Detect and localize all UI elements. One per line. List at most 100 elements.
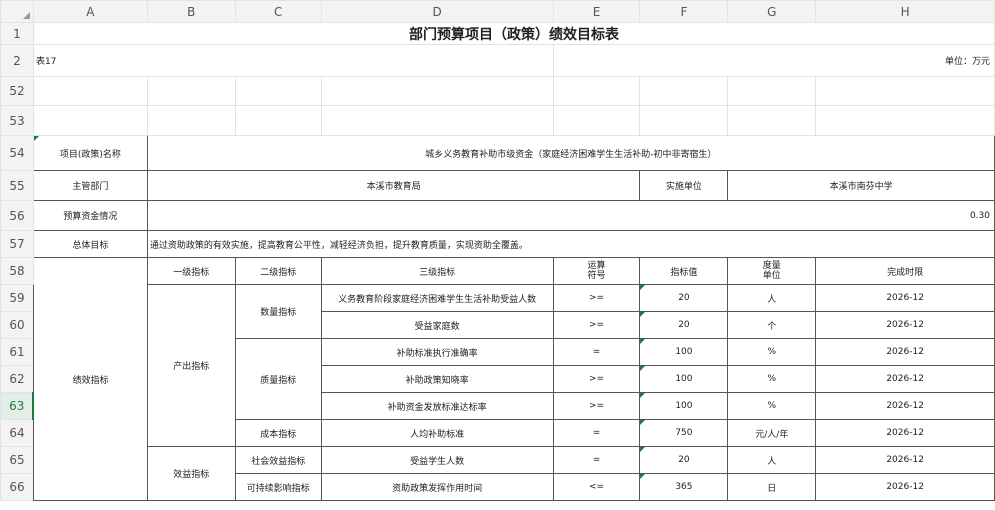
column-header-h[interactable]: H: [815, 0, 995, 23]
overall-goal-value[interactable]: 通过资助政策的有效实施，提高教育公平性，减轻经济负担，提升教育质量，实现资助全覆…: [146, 230, 995, 258]
indicator-value[interactable]: 100: [639, 338, 729, 366]
indicator-unit[interactable]: 元/人/年: [727, 419, 817, 447]
cell[interactable]: [32, 105, 148, 136]
indicator-name[interactable]: 义务教育阶段家庭经济困难学生生活补助受益人数: [320, 284, 554, 312]
column-header-e[interactable]: E: [552, 0, 641, 23]
cell[interactable]: [727, 76, 817, 106]
target-header[interactable]: 指标值: [639, 257, 729, 285]
row-header-63[interactable]: 63: [0, 392, 35, 420]
indicator-value[interactable]: 365: [639, 473, 729, 501]
sustainable-impact-label[interactable]: 可持续影响指标: [234, 473, 322, 501]
select-all-corner[interactable]: [0, 0, 34, 23]
social-benefit-label[interactable]: 社会效益指标: [234, 446, 322, 474]
indicator-unit[interactable]: 日: [727, 473, 817, 501]
indicator-operator[interactable]: =: [552, 338, 641, 366]
indicator-name[interactable]: 资助政策发挥作用时间: [320, 473, 554, 501]
indicator-value[interactable]: 750: [639, 419, 729, 447]
row-header-2[interactable]: 2: [0, 44, 34, 77]
operator-header[interactable]: 运算 符号: [552, 257, 641, 285]
indicator-operator[interactable]: >=: [552, 284, 641, 312]
project-name-label[interactable]: 项目(政策)名称: [32, 135, 148, 171]
row-header-1[interactable]: 1: [0, 22, 34, 45]
indicator-name[interactable]: 人均补助标准: [320, 419, 554, 447]
level3-header[interactable]: 三级指标: [320, 257, 554, 285]
row-header-54[interactable]: 54: [0, 135, 34, 171]
indicator-unit[interactable]: 人: [727, 284, 817, 312]
unit-header[interactable]: 度量 单位: [727, 257, 817, 285]
indicator-unit[interactable]: %: [727, 392, 817, 420]
cell[interactable]: [146, 105, 236, 136]
indicator-deadline[interactable]: 2026-12: [815, 338, 995, 366]
cell[interactable]: [639, 76, 729, 106]
indicator-operator[interactable]: =: [552, 446, 641, 474]
cell[interactable]: [32, 76, 148, 106]
cell[interactable]: [815, 105, 995, 136]
cell[interactable]: [727, 105, 817, 136]
column-header-a[interactable]: A: [32, 0, 148, 23]
level2-header[interactable]: 二级指标: [234, 257, 322, 285]
indicator-unit[interactable]: 个: [727, 311, 817, 339]
dept-label[interactable]: 主管部门: [32, 170, 148, 201]
cell[interactable]: [320, 105, 554, 136]
row-header-66[interactable]: 66: [0, 473, 34, 501]
row-header-57[interactable]: 57: [0, 230, 34, 258]
row-header-64[interactable]: 64: [0, 419, 34, 447]
budget-label[interactable]: 预算资金情况: [32, 200, 148, 231]
budget-value[interactable]: 0.30: [146, 200, 995, 231]
indicator-unit[interactable]: 人: [727, 446, 817, 474]
indicator-unit[interactable]: %: [727, 365, 817, 393]
indicator-name[interactable]: 补助标准执行准确率: [320, 338, 554, 366]
indicator-operator[interactable]: >=: [552, 392, 641, 420]
column-header-d[interactable]: D: [320, 0, 554, 23]
table-number[interactable]: 表17: [32, 44, 554, 77]
row-header-62[interactable]: 62: [0, 365, 34, 393]
cell[interactable]: [146, 76, 236, 106]
benefit-indicator-label[interactable]: 效益指标: [146, 446, 236, 501]
quantity-indicator-label[interactable]: 数量指标: [234, 284, 322, 339]
cell[interactable]: [815, 76, 995, 106]
dept-value[interactable]: 本溪市教育局: [146, 170, 641, 201]
cell[interactable]: [320, 76, 554, 106]
overall-goal-label[interactable]: 总体目标: [32, 230, 148, 258]
row-header-59[interactable]: 59: [0, 284, 34, 312]
cost-indicator-label[interactable]: 成本指标: [234, 419, 322, 447]
unit-label[interactable]: 单位：万元: [552, 44, 995, 77]
row-header-55[interactable]: 55: [0, 170, 34, 201]
indicator-deadline[interactable]: 2026-12: [815, 419, 995, 447]
indicator-value[interactable]: 100: [639, 365, 729, 393]
indicator-deadline[interactable]: 2026-12: [815, 311, 995, 339]
indicator-operator[interactable]: >=: [552, 365, 641, 393]
sheet-title[interactable]: 部门预算项目（政策）绩效目标表: [32, 22, 995, 45]
indicator-operator[interactable]: <=: [552, 473, 641, 501]
level1-header[interactable]: 一级指标: [146, 257, 236, 285]
indicator-operator[interactable]: =: [552, 419, 641, 447]
output-indicator-label[interactable]: 产出指标: [146, 284, 236, 447]
indicator-value[interactable]: 20: [639, 284, 729, 312]
row-header-53[interactable]: 53: [0, 105, 34, 136]
indicator-deadline[interactable]: 2026-12: [815, 446, 995, 474]
indicator-deadline[interactable]: 2026-12: [815, 473, 995, 501]
row-header-52[interactable]: 52: [0, 76, 34, 106]
indicator-name[interactable]: 受益学生人数: [320, 446, 554, 474]
indicator-value[interactable]: 100: [639, 392, 729, 420]
column-header-g[interactable]: G: [727, 0, 817, 23]
project-name-value[interactable]: 城乡义务教育补助市级资金（家庭经济困难学生生活补助-初中非寄宿生）: [146, 135, 995, 171]
indicator-name[interactable]: 补助政策知晓率: [320, 365, 554, 393]
indicator-operator[interactable]: >=: [552, 311, 641, 339]
impl-unit-value[interactable]: 本溪市南芬中学: [727, 170, 995, 201]
cell[interactable]: [234, 76, 322, 106]
indicator-deadline[interactable]: 2026-12: [815, 365, 995, 393]
cell[interactable]: [552, 105, 641, 136]
row-header-56[interactable]: 56: [0, 200, 34, 231]
quality-indicator-label[interactable]: 质量指标: [234, 338, 322, 420]
indicator-value[interactable]: 20: [639, 311, 729, 339]
cell[interactable]: [552, 76, 641, 106]
row-header-58[interactable]: 58: [0, 257, 34, 285]
indicator-unit[interactable]: %: [727, 338, 817, 366]
column-header-c[interactable]: C: [234, 0, 322, 23]
indicator-name[interactable]: 补助资金发放标准达标率: [320, 392, 554, 420]
column-header-f[interactable]: F: [639, 0, 729, 23]
indicator-deadline[interactable]: 2026-12: [815, 284, 995, 312]
row-header-60[interactable]: 60: [0, 311, 34, 339]
performance-indicators-label[interactable]: 绩效指标: [32, 257, 148, 501]
